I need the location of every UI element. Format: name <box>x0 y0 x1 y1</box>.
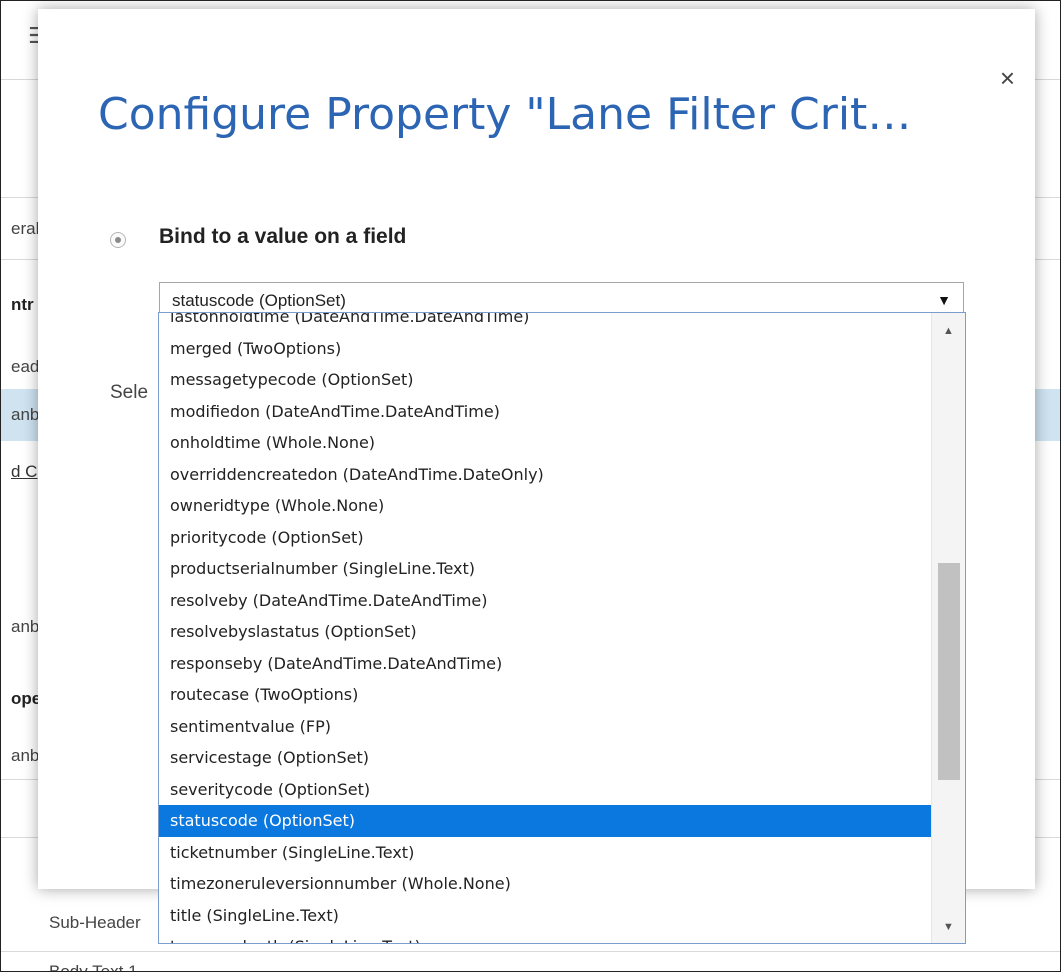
background-label-fragment: anb <box>11 405 40 424</box>
dropdown-option-selected[interactable]: statuscode (OptionSet) <box>159 805 931 837</box>
dropdown-option[interactable]: overriddencreatedon (DateAndTime.DateOnl… <box>159 459 931 491</box>
scroll-down-icon[interactable]: ▼ <box>932 921 965 933</box>
bind-to-field-radio[interactable] <box>110 232 126 248</box>
scrollbar-thumb[interactable] <box>938 562 960 781</box>
background-row-body-text[interactable]: Body Text 1 <box>49 962 138 971</box>
background-link-fragment[interactable]: d C <box>11 462 37 482</box>
chevron-down-icon[interactable]: ▼ <box>937 292 951 308</box>
dropdown-option[interactable]: title (SingleLine.Text) <box>159 900 931 932</box>
dropdown-option[interactable]: onholdtime (Whole.None) <box>159 427 931 459</box>
divider <box>1 951 1060 952</box>
dropdown-option[interactable]: traversedpath (SingleLine.Text) <box>159 931 931 943</box>
dropdown-option[interactable]: prioritycode (OptionSet) <box>159 522 931 554</box>
dropdown-option[interactable]: resolveby (DateAndTime.DateAndTime) <box>159 585 931 617</box>
obscured-label: Sele <box>110 382 149 403</box>
dropdown-option[interactable]: responseby (DateAndTime.DateAndTime) <box>159 648 931 680</box>
dropdown-option[interactable]: lastonholdtime (DateAndTime.DateAndTime) <box>159 313 931 333</box>
dialog-title: Configure Property "Lane Filter Crit… <box>98 89 912 140</box>
dropdown-option[interactable]: modifiedon (DateAndTime.DateAndTime) <box>159 396 931 428</box>
background-label-fragment: ead <box>11 357 40 376</box>
screen-frame: ☰ eral ntr ead anb d C anb ope anb Sub-H… <box>0 0 1061 972</box>
dropdown-option[interactable]: owneridtype (Whole.None) <box>159 490 931 522</box>
background-label-fragment: anb <box>11 617 40 636</box>
background-heading-fragment: ope <box>11 689 42 708</box>
dropdown-option[interactable]: messagetypecode (OptionSet) <box>159 364 931 396</box>
background-row-sub-header[interactable]: Sub-Header <box>49 913 141 933</box>
field-select-value: statuscode (OptionSet) <box>172 291 346 310</box>
field-options-dropdown[interactable]: lastonholdtime (DateAndTime.DateAndTime)… <box>158 312 966 944</box>
bind-to-field-label[interactable]: Bind to a value on a field <box>159 225 406 249</box>
dropdown-option[interactable]: sentimentvalue (FP) <box>159 711 931 743</box>
scroll-up-icon[interactable]: ▲ <box>932 325 965 337</box>
dropdown-option[interactable]: severitycode (OptionSet) <box>159 774 931 806</box>
background-heading-fragment: ntr <box>11 295 34 314</box>
dropdown-option[interactable]: resolvebyslastatus (OptionSet) <box>159 616 931 648</box>
close-icon[interactable]: × <box>1000 65 1015 91</box>
dropdown-option[interactable]: merged (TwoOptions) <box>159 333 931 365</box>
dropdown-option[interactable]: ticketnumber (SingleLine.Text) <box>159 837 931 869</box>
dropdown-option[interactable]: routecase (TwoOptions) <box>159 679 931 711</box>
dropdown-scrollbar[interactable]: ▲ ▼ <box>931 313 965 943</box>
dropdown-option[interactable]: productserialnumber (SingleLine.Text) <box>159 553 931 585</box>
dropdown-option[interactable]: timezoneruleversionnumber (Whole.None) <box>159 868 931 900</box>
background-tab-fragment[interactable]: eral <box>11 219 39 239</box>
dropdown-option[interactable]: servicestage (OptionSet) <box>159 742 931 774</box>
option-list: lastonholdtime (DateAndTime.DateAndTime)… <box>159 313 931 943</box>
background-label-fragment: anb <box>11 746 40 765</box>
